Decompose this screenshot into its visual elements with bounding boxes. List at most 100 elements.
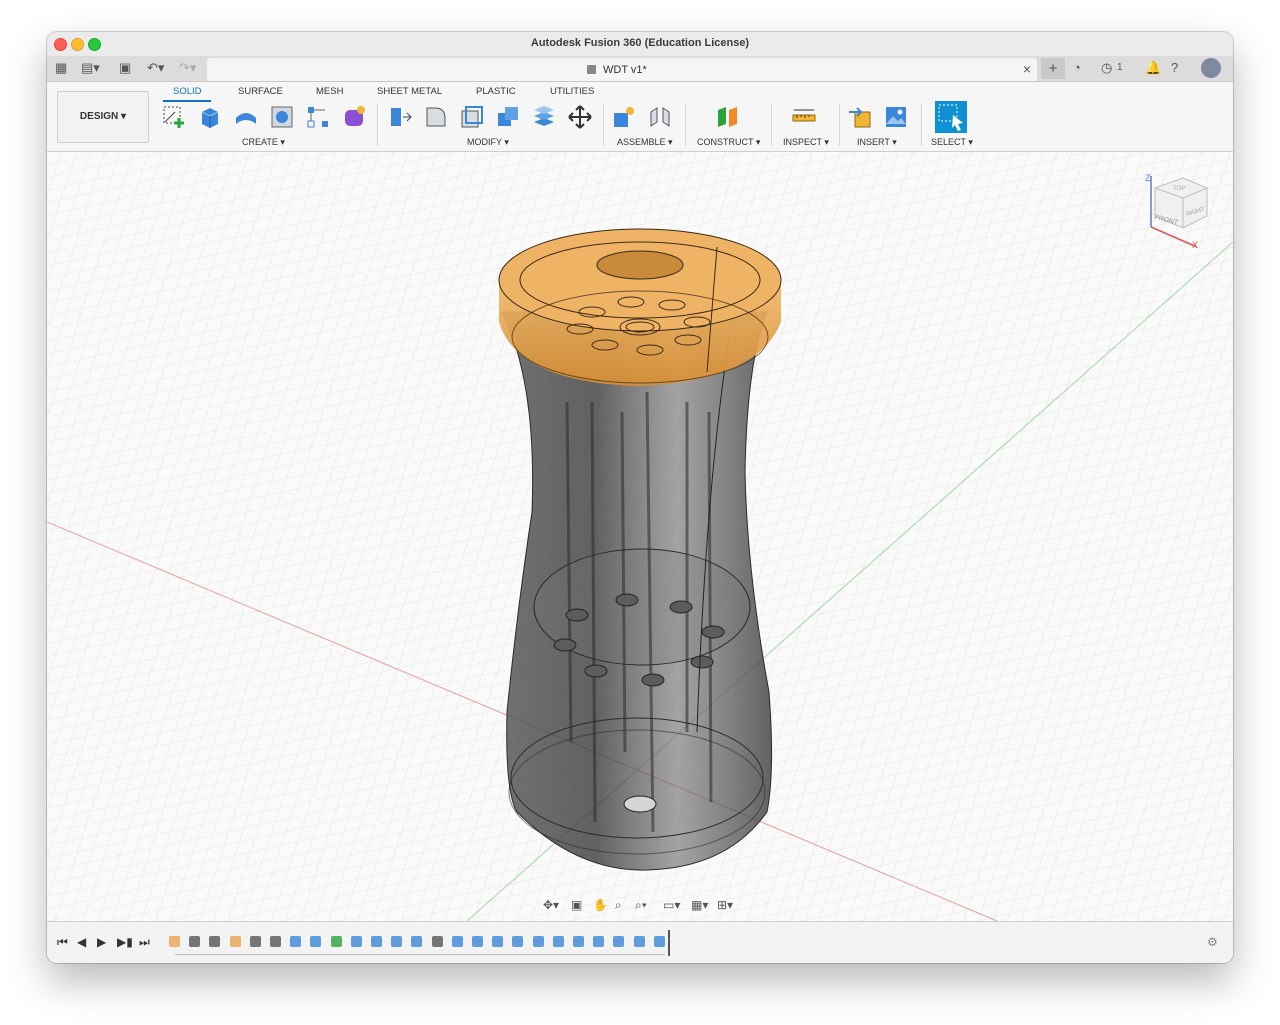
timeline-feature-icon[interactable] (492, 936, 504, 947)
document-cube-icon (587, 65, 596, 74)
save-icon[interactable]: ▣ (119, 60, 131, 76)
tab-solid[interactable]: SOLID (173, 86, 202, 97)
timeline-feature-icon[interactable] (330, 936, 342, 947)
combine-icon[interactable] (495, 104, 521, 130)
timeline-feature-icon[interactable] (573, 936, 584, 947)
select-group-label[interactable]: SELECT ▾ (931, 137, 973, 148)
zoom-window-icon[interactable]: ⌕▾ (635, 898, 647, 913)
workspace-label: DESIGN (79, 111, 119, 122)
toolbar-ribbon: DESIGN ▾ SOLID SURFACE MESH SHEET METAL … (47, 82, 1233, 152)
tab-mesh[interactable]: MESH (316, 86, 343, 97)
revolve-icon[interactable] (233, 104, 259, 130)
help-icon[interactable]: ? (1171, 60, 1178, 76)
timeline-step-back-button[interactable]: ◀ (77, 935, 86, 949)
timeline-feature-icon[interactable] (512, 936, 524, 947)
undo-icon[interactable]: ↶▾ (147, 60, 164, 76)
pan-icon[interactable]: ✋ (593, 898, 608, 912)
construct-group-label[interactable]: CONSTRUCT ▾ (697, 137, 760, 148)
create-group-label[interactable]: CREATE ▾ (242, 137, 285, 148)
form-icon[interactable] (341, 104, 367, 130)
modify-group-label[interactable]: MODIFY ▾ (467, 137, 509, 148)
timeline-feature-icon[interactable] (451, 936, 463, 947)
axis-x-label: X (1192, 240, 1198, 250)
group-separator (603, 104, 604, 146)
file-menu-icon[interactable]: ▤▾ (81, 60, 100, 76)
bell-icon[interactable]: 🔔 (1145, 60, 1161, 76)
timeline-feature-icon[interactable] (613, 936, 625, 947)
canvas-scene[interactable]: FRONT RIGHT TOP Z X (47, 152, 1233, 921)
assemble-group-label[interactable]: ASSEMBLE ▾ (617, 137, 673, 148)
document-name: WDT v1* (603, 64, 647, 76)
offset-plane-icon[interactable] (715, 104, 741, 130)
timeline-feature-icon[interactable] (552, 936, 564, 947)
display-settings-icon[interactable]: ▭▾ (663, 898, 680, 912)
timeline-feature-icon[interactable] (229, 936, 241, 947)
shell-icon[interactable] (459, 104, 485, 130)
timeline-skip-start-button[interactable]: ⏮ (57, 935, 68, 950)
tab-surface[interactable]: SURFACE (238, 86, 283, 97)
fillet-icon[interactable] (423, 104, 449, 130)
timeline-feature-icon[interactable] (169, 936, 180, 947)
close-tab-icon[interactable]: × (1023, 61, 1031, 77)
timeline-feature-icon[interactable] (633, 936, 645, 947)
timeline-feature-icon[interactable] (431, 936, 443, 947)
timeline-feature-icon[interactable] (189, 936, 201, 947)
joint-icon[interactable] (647, 104, 673, 130)
timeline-marker[interactable] (668, 930, 670, 956)
create-sketch-icon[interactable] (161, 104, 187, 130)
timeline-feature-icon[interactable] (270, 936, 281, 947)
inspect-group-label[interactable]: INSPECT ▾ (783, 137, 829, 148)
pattern-icon[interactable] (305, 104, 331, 130)
move-icon[interactable] (567, 104, 593, 130)
3d-viewport[interactable]: FRONT RIGHT TOP Z X ✥▾ ▣ ✋ ⌕ ⌕▾ ▭▾ ▦▾ ⊞▾ (47, 152, 1233, 921)
timeline-feature-icon[interactable] (532, 936, 544, 947)
insert-derive-icon[interactable] (847, 104, 873, 130)
app-grid-icon[interactable]: ▦ (55, 60, 67, 76)
redo-icon[interactable]: ↷▾ (179, 60, 196, 76)
extrude-icon[interactable] (197, 104, 223, 130)
grid-settings-icon[interactable]: ▦▾ (691, 898, 708, 912)
timeline-feature-icon[interactable] (209, 936, 221, 947)
timeline-play-button[interactable]: ▶ (97, 935, 106, 949)
orbit-icon[interactable]: ✥▾ (543, 898, 559, 912)
timeline-feature-icon[interactable] (290, 936, 302, 947)
timeline-feature-icon[interactable] (249, 936, 261, 947)
insert-label: INSERT (857, 137, 890, 147)
zoom-icon[interactable]: ⌕ (615, 898, 622, 913)
window-maximize-button[interactable] (88, 38, 101, 51)
clock-icon[interactable]: ◷ (1101, 60, 1112, 76)
timeline-feature-icon[interactable] (593, 936, 605, 947)
timeline-feature-icon[interactable] (371, 936, 382, 947)
offset-face-icon[interactable] (531, 104, 557, 130)
timeline-feature-icon[interactable] (391, 936, 403, 947)
new-component-icon[interactable] (611, 104, 637, 130)
select-icon[interactable] (935, 101, 967, 133)
window-close-button[interactable] (54, 38, 67, 51)
job-status-icon[interactable]: ◔ (1073, 60, 1081, 76)
look-at-icon[interactable]: ▣ (571, 898, 582, 912)
modify-label: MODIFY (467, 137, 502, 147)
insert-group-label[interactable]: INSERT ▾ (857, 137, 897, 148)
new-tab-button[interactable]: + (1041, 58, 1065, 79)
model-lid[interactable] (498, 228, 782, 386)
tab-utilities[interactable]: UTILITIES (550, 86, 594, 97)
timeline-feature-icon[interactable] (310, 936, 322, 947)
timeline-feature-icon[interactable] (411, 936, 423, 947)
timeline-feature-icon[interactable] (653, 936, 665, 947)
window-minimize-button[interactable] (71, 38, 84, 51)
timeline-feature-icon[interactable] (472, 936, 483, 947)
press-pull-icon[interactable] (387, 104, 413, 130)
insert-canvas-icon[interactable] (883, 104, 909, 130)
tab-document[interactable]: WDT v1* × (207, 58, 1037, 81)
timeline-step-forward-button[interactable]: ▶▮ (117, 935, 133, 949)
avatar[interactable] (1201, 58, 1221, 78)
timeline-feature-icon[interactable] (350, 936, 362, 947)
hole-icon[interactable] (269, 104, 295, 130)
viewports-icon[interactable]: ⊞▾ (717, 898, 733, 912)
workspace-switcher[interactable]: DESIGN ▾ (57, 91, 149, 143)
timeline-skip-end-button[interactable]: ⏭ (139, 935, 150, 950)
measure-icon[interactable] (791, 104, 817, 130)
tab-plastic[interactable]: PLASTIC (476, 86, 516, 97)
tab-sheet-metal[interactable]: SHEET METAL (377, 86, 442, 97)
timeline-settings-gear-icon[interactable]: ⚙ (1207, 935, 1218, 949)
